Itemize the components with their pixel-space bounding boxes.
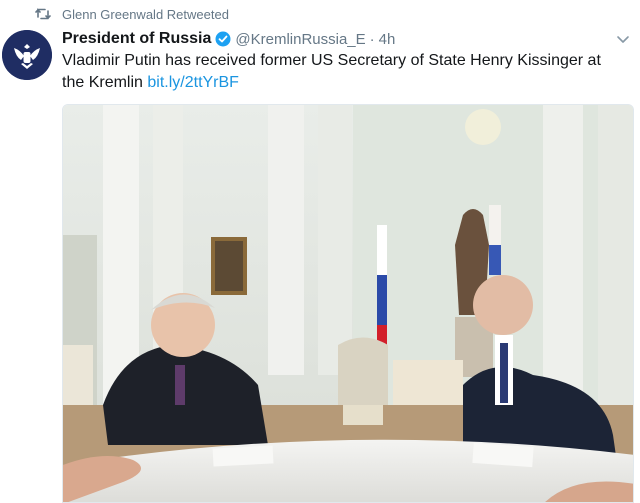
- retweeted-by-link[interactable]: Glenn Greenwald Retweeted: [62, 7, 229, 22]
- tweet-header: President of Russia @KremlinRussia_E · 4…: [62, 28, 395, 50]
- tweet-link[interactable]: bit.ly/2ttYrBF: [147, 74, 239, 91]
- retweet-icon: [34, 7, 52, 21]
- tweet-body: Vladimir Putin has received former US Se…: [62, 50, 622, 94]
- chevron-down-icon[interactable]: [616, 32, 630, 46]
- retweet-context: Glenn Greenwald Retweeted: [34, 4, 229, 24]
- tweet-text: Vladimir Putin has received former US Se…: [62, 52, 601, 91]
- coat-of-arms-icon[interactable]: [2, 30, 52, 80]
- author-name[interactable]: President of Russia: [62, 30, 211, 48]
- verified-badge-icon: [215, 31, 231, 47]
- tweet-photo[interactable]: [62, 104, 634, 503]
- tweet-timestamp[interactable]: 4h: [379, 31, 396, 48]
- separator-dot: ·: [369, 30, 375, 48]
- author-handle[interactable]: @KremlinRussia_E: [235, 31, 365, 48]
